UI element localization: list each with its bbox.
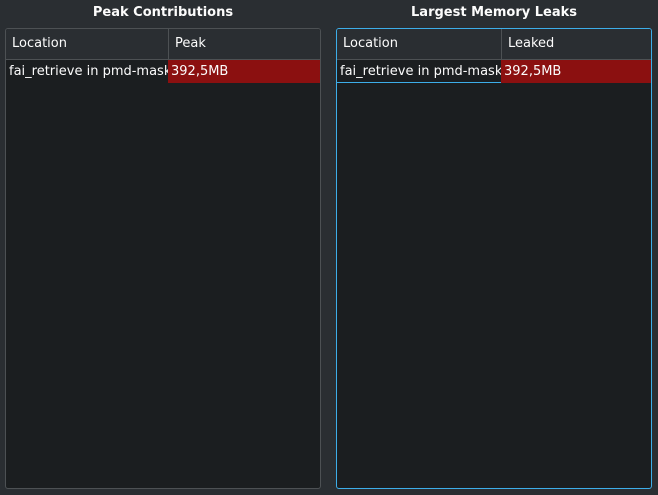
location-cell: fai_retrieve in pmd-mask bbox=[9, 64, 168, 79]
peak-contributions-title: Peak Contributions bbox=[92, 5, 234, 20]
column-header-peak[interactable]: Peak bbox=[168, 29, 320, 59]
peak-value-cell: 392,5MB bbox=[168, 60, 320, 83]
column-header-location[interactable]: Location bbox=[337, 29, 501, 59]
leaks-table-header: Location Leaked bbox=[337, 29, 651, 60]
peak-table-header: Location Peak bbox=[6, 29, 320, 60]
column-header-leaked[interactable]: Leaked bbox=[501, 29, 651, 59]
location-cell: fai_retrieve in pmd-mask bbox=[337, 60, 501, 83]
table-row[interactable]: fai_retrieve in pmd-mask 392,5MB bbox=[337, 60, 651, 83]
leaked-value-cell: 392,5MB bbox=[501, 60, 651, 83]
largest-memory-leaks-table[interactable]: Location Leaked fai_retrieve in pmd-mask… bbox=[336, 28, 652, 489]
table-row[interactable]: fai_retrieve in pmd-mask 392,5MB bbox=[6, 60, 320, 83]
peak-contributions-table[interactable]: Location Peak fai_retrieve in pmd-mask 3… bbox=[5, 28, 321, 489]
column-header-location[interactable]: Location bbox=[6, 29, 168, 59]
largest-memory-leaks-title: Largest Memory Leaks bbox=[411, 5, 577, 20]
